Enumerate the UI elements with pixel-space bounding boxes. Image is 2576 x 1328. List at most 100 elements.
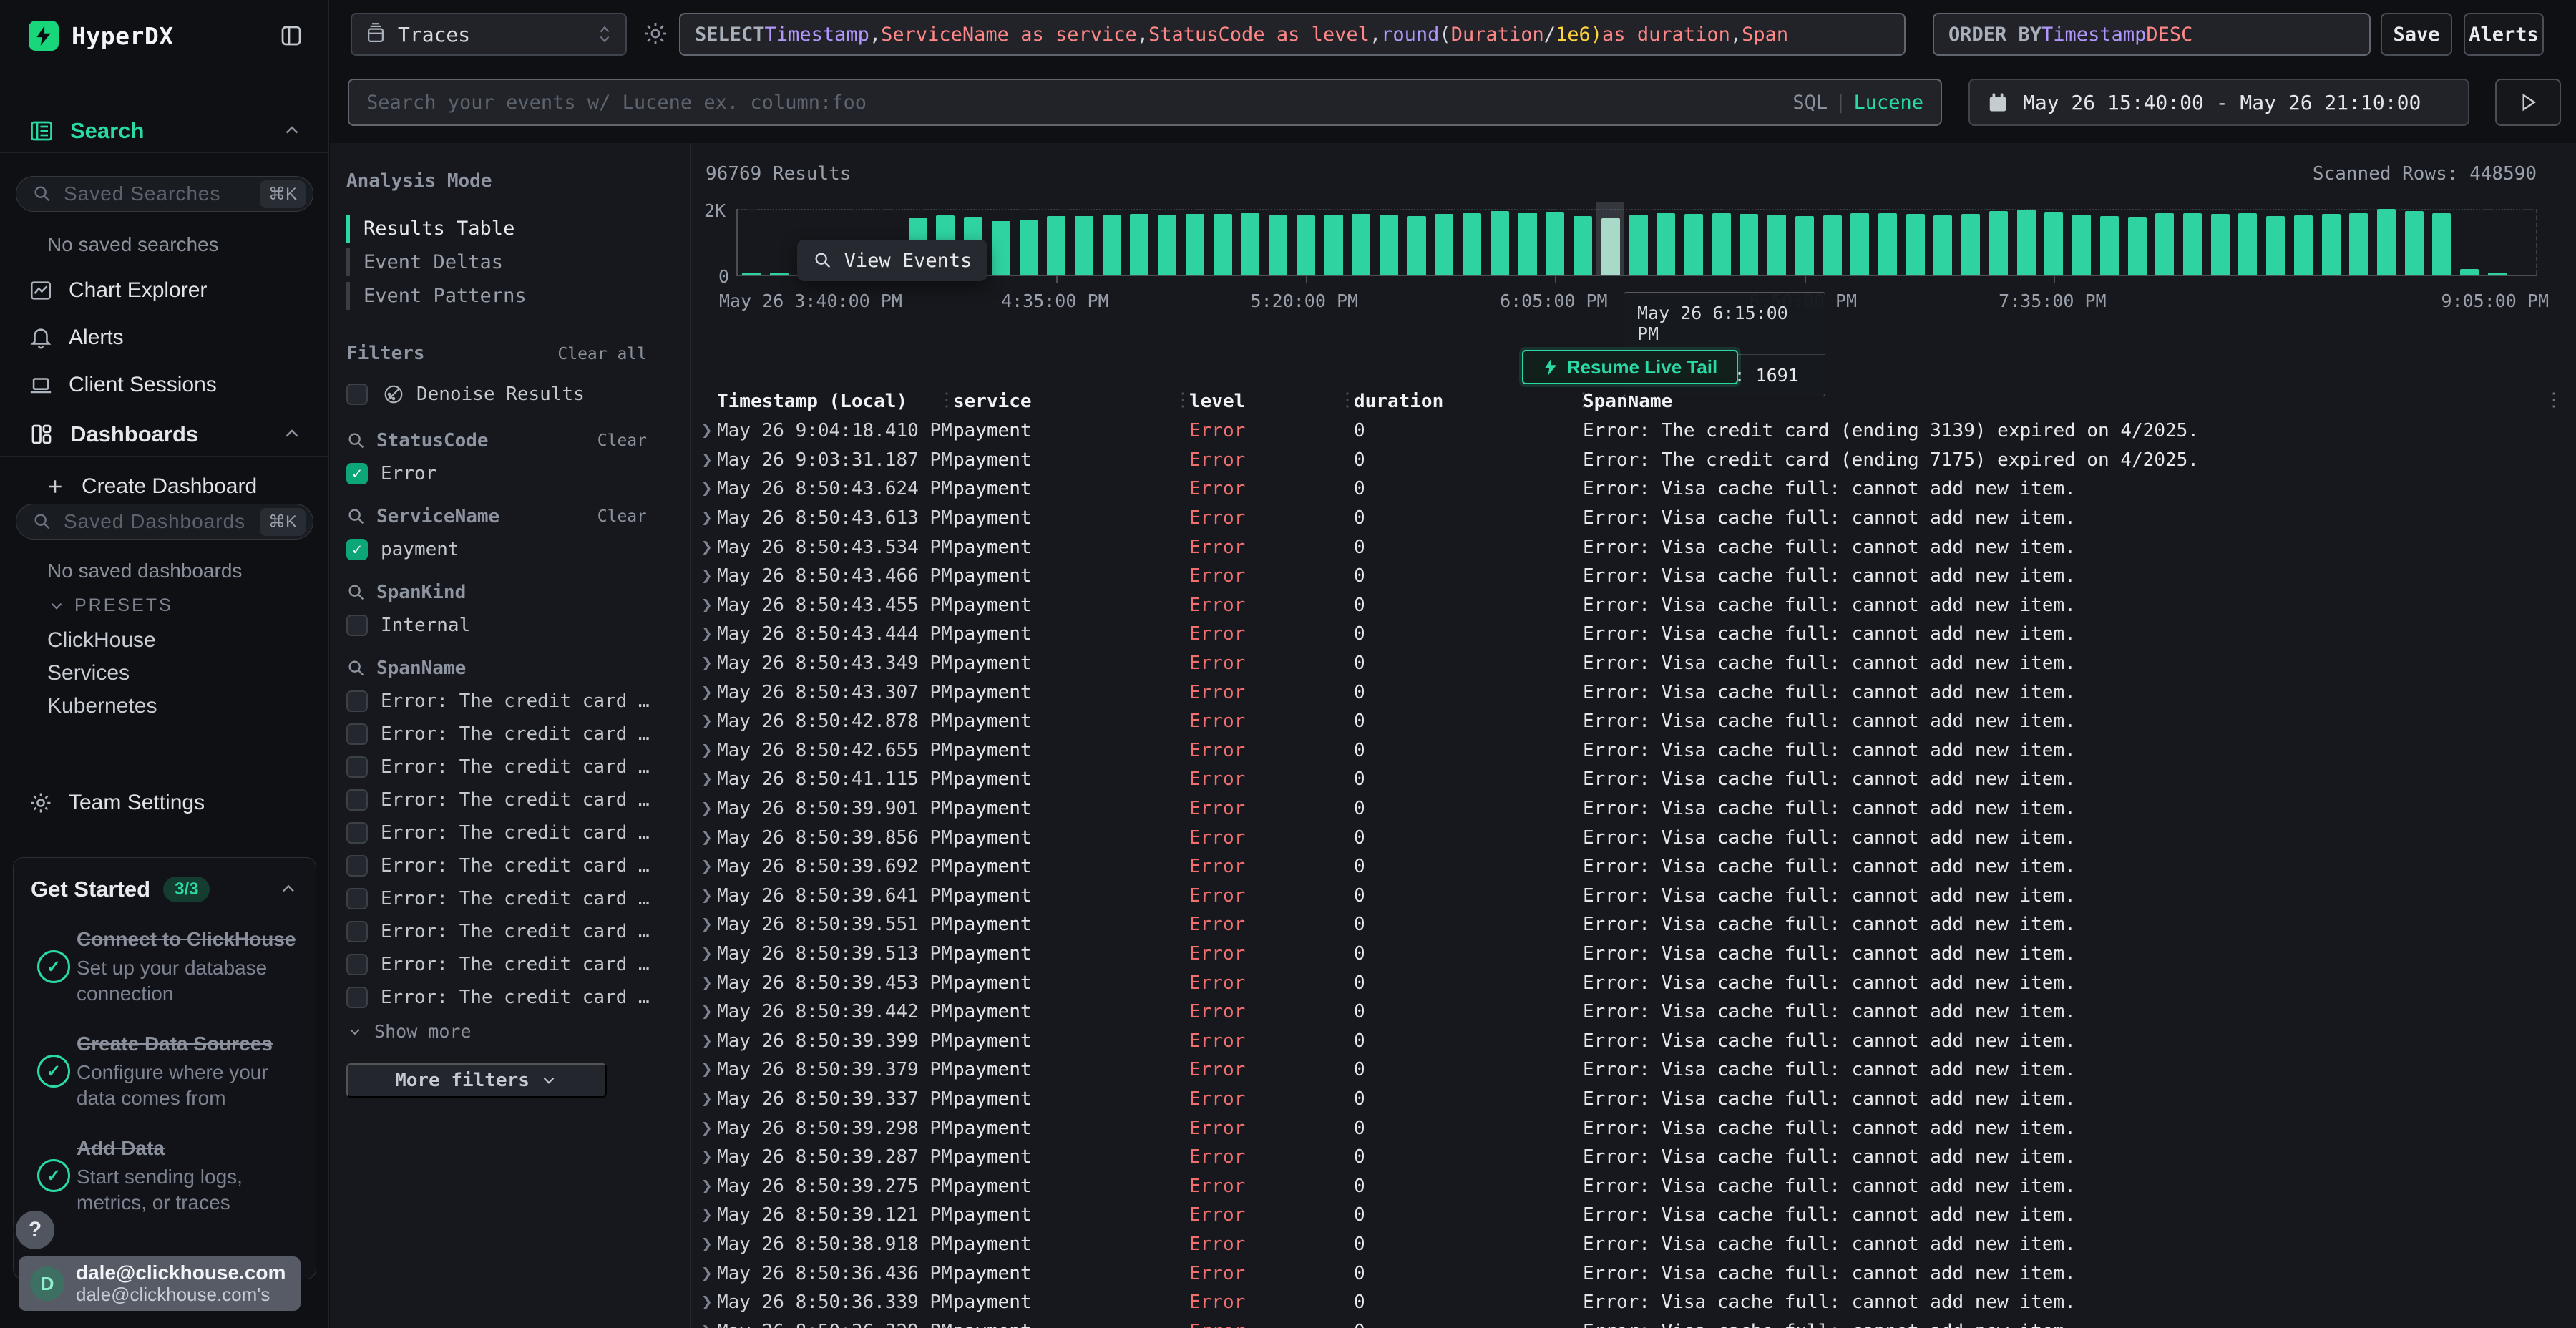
checkbox[interactable] — [346, 822, 368, 844]
histogram-bar[interactable] — [2349, 213, 2368, 275]
filter-option[interactable]: Error: The credit card … — [346, 888, 647, 909]
histogram-bar[interactable] — [2238, 213, 2257, 275]
filter-option[interactable]: Error: The credit card … — [346, 690, 647, 712]
table-row[interactable]: ❯May 26 8:50:39.692 PMpaymentError0Error… — [691, 852, 2576, 882]
row-expand-icon[interactable]: ❯ — [701, 507, 713, 529]
filter-option[interactable]: ✓Error — [346, 463, 647, 484]
table-row[interactable]: ❯May 26 8:50:43.624 PMpaymentError0Error… — [691, 474, 2576, 504]
create-dashboard-button[interactable]: Create Dashboard — [44, 471, 314, 502]
filter-option[interactable]: Error: The credit card … — [346, 789, 647, 811]
row-expand-icon[interactable]: ❯ — [701, 798, 713, 819]
sidebar-item-client-sessions[interactable]: Client Sessions — [29, 369, 314, 401]
get-started-step[interactable]: ✓ Connect to ClickHouse Set up your data… — [31, 927, 298, 1007]
table-row[interactable]: ❯May 26 8:50:36.329 PMpaymentError0Error… — [691, 1317, 2576, 1328]
table-row[interactable]: ❯May 26 8:50:43.349 PMpaymentError0Error… — [691, 649, 2576, 678]
resume-live-tail-button[interactable]: Resume Live Tail — [1522, 350, 1738, 384]
histogram-bar[interactable] — [1657, 213, 1675, 275]
histogram-bar[interactable] — [2405, 211, 2424, 275]
table-row[interactable]: ❯May 26 8:50:39.513 PMpaymentError0Error… — [691, 939, 2576, 969]
table-row[interactable]: ❯May 26 8:50:43.444 PMpaymentError0Error… — [691, 620, 2576, 649]
histogram-bar[interactable] — [1407, 216, 1426, 275]
filter-option[interactable]: ✓payment — [346, 539, 647, 560]
histogram-bar[interactable] — [1103, 215, 1121, 275]
presets-toggle[interactable]: PRESETS — [47, 595, 173, 616]
row-expand-icon[interactable]: ❯ — [701, 885, 713, 907]
histogram-bar[interactable] — [1740, 214, 1758, 275]
row-expand-icon[interactable]: ❯ — [701, 1059, 713, 1080]
table-row[interactable]: ❯May 26 8:50:39.298 PMpaymentError0Error… — [691, 1113, 2576, 1143]
row-expand-icon[interactable]: ❯ — [701, 1030, 713, 1052]
filter-option[interactable]: Error: The credit card … — [346, 921, 647, 942]
row-expand-icon[interactable]: ❯ — [701, 711, 713, 732]
denoise-results-toggle[interactable]: Denoise Results — [346, 383, 647, 406]
histogram-bar[interactable] — [1214, 214, 1232, 275]
histogram-bar[interactable] — [2017, 210, 2036, 275]
row-expand-icon[interactable]: ❯ — [701, 1321, 713, 1328]
row-expand-icon[interactable]: ❯ — [701, 1001, 713, 1022]
filter-option[interactable]: Error: The credit card … — [346, 987, 647, 1008]
checkbox[interactable]: ✓ — [346, 463, 368, 484]
row-expand-icon[interactable]: ❯ — [701, 1088, 713, 1110]
histogram-bar[interactable] — [1435, 214, 1453, 275]
column-header-service[interactable]: service — [953, 391, 1032, 412]
histogram-bar[interactable] — [770, 273, 789, 275]
histogram-bar[interactable] — [2100, 216, 2119, 275]
histogram-bar[interactable] — [1352, 214, 1370, 275]
histogram-bar[interactable] — [2128, 217, 2147, 275]
filter-option[interactable]: Error: The credit card … — [346, 723, 647, 745]
saved-searches-input[interactable]: Saved Searches ⌘K — [16, 176, 313, 212]
table-row[interactable]: ❯May 26 8:50:39.641 PMpaymentError0Error… — [691, 882, 2576, 911]
histogram-bar[interactable] — [2266, 216, 2285, 275]
chevron-up-icon[interactable] — [278, 879, 298, 899]
get-started-step[interactable]: ✓ Add Data Start sending logs, metrics, … — [31, 1136, 298, 1216]
clear-all-filters-button[interactable]: Clear all — [557, 345, 647, 363]
row-expand-icon[interactable]: ❯ — [701, 449, 713, 471]
table-row[interactable]: ❯May 26 8:50:39.337 PMpaymentError0Error… — [691, 1085, 2576, 1114]
search-input[interactable]: Search your events w/ Lucene ex. column:… — [348, 79, 1942, 126]
table-row[interactable]: ❯May 26 8:50:39.453 PMpaymentError0Error… — [691, 968, 2576, 997]
source-selector[interactable]: Traces — [351, 13, 627, 56]
histogram-bar[interactable] — [1961, 214, 1980, 275]
table-row[interactable]: ❯May 26 8:50:39.901 PMpaymentError0Error… — [691, 794, 2576, 824]
checkbox[interactable] — [346, 888, 368, 909]
histogram-bar[interactable] — [1297, 215, 1315, 275]
column-header-timestamp[interactable]: Timestamp (Local) — [717, 391, 907, 412]
analysis-mode-results-table[interactable]: Results Table — [346, 212, 647, 245]
histogram-bar[interactable] — [2183, 213, 2202, 275]
checkbox[interactable] — [346, 690, 368, 712]
histogram-bar[interactable] — [2044, 212, 2063, 275]
table-row[interactable]: ❯May 26 8:50:43.307 PMpaymentError0Error… — [691, 678, 2576, 707]
checkbox[interactable] — [346, 987, 368, 1008]
histogram-bar[interactable] — [2322, 214, 2341, 275]
row-expand-icon[interactable]: ❯ — [701, 565, 713, 587]
histogram-bar[interactable] — [1324, 215, 1343, 275]
date-range-picker[interactable]: May 26 15:40:00 - May 26 21:10:00 — [1968, 79, 2469, 126]
row-expand-icon[interactable]: ❯ — [701, 856, 713, 877]
checkbox[interactable] — [346, 921, 368, 942]
filter-option[interactable]: Error: The credit card … — [346, 756, 647, 778]
histogram-bar[interactable] — [1158, 215, 1176, 275]
help-button[interactable]: ? — [16, 1211, 54, 1249]
histogram-bar[interactable] — [2432, 213, 2451, 275]
table-row[interactable]: ❯May 26 8:50:43.466 PMpaymentError0Error… — [691, 562, 2576, 591]
histogram-bar[interactable] — [1241, 213, 1259, 275]
histogram-bar[interactable] — [1020, 220, 1038, 275]
histogram-bar[interactable] — [2488, 273, 2507, 275]
histogram-bar[interactable] — [1130, 214, 1148, 275]
histogram-bar[interactable] — [1850, 213, 1869, 275]
column-header-duration[interactable]: duration — [1354, 391, 1443, 412]
preset-clickhouse[interactable]: ClickHouse — [47, 628, 156, 653]
histogram-bar[interactable] — [1933, 215, 1952, 275]
table-row[interactable]: ❯May 26 8:50:39.121 PMpaymentError0Error… — [691, 1201, 2576, 1230]
histogram-bar[interactable] — [1518, 213, 1537, 275]
histogram-bar[interactable] — [1878, 213, 1897, 275]
histogram-bar[interactable] — [2072, 215, 2091, 275]
row-expand-icon[interactable]: ❯ — [701, 740, 713, 761]
table-row[interactable]: ❯May 26 8:50:43.613 PMpaymentError0Error… — [691, 504, 2576, 533]
row-expand-icon[interactable]: ❯ — [701, 914, 713, 935]
row-expand-icon[interactable]: ❯ — [701, 682, 713, 703]
table-row[interactable]: ❯May 26 8:50:39.551 PMpaymentError0Error… — [691, 910, 2576, 939]
filter-option[interactable]: Error: The credit card … — [346, 855, 647, 877]
analysis-mode-event-deltas[interactable]: Event Deltas — [346, 245, 647, 279]
preset-kubernetes[interactable]: Kubernetes — [47, 694, 157, 718]
